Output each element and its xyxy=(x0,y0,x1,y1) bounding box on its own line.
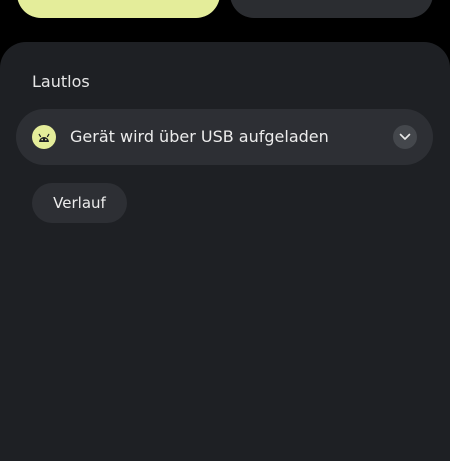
history-button[interactable]: Verlauf xyxy=(32,183,127,223)
notification-text: Gerät wird über USB aufgeladen xyxy=(70,127,329,146)
android-icon xyxy=(32,125,56,149)
notification-panel: Lautlos Gerät wird über USB aufgeladen V… xyxy=(0,42,450,461)
screen: Lautlos Gerät wird über USB aufgeladen V… xyxy=(0,0,450,461)
quick-settings-tile-active[interactable] xyxy=(17,0,220,18)
section-title-silent: Lautlos xyxy=(32,72,90,91)
notification-usb-charging[interactable]: Gerät wird über USB aufgeladen xyxy=(16,109,433,165)
quick-settings-tile[interactable] xyxy=(230,0,433,18)
chevron-down-icon[interactable] xyxy=(393,125,417,149)
